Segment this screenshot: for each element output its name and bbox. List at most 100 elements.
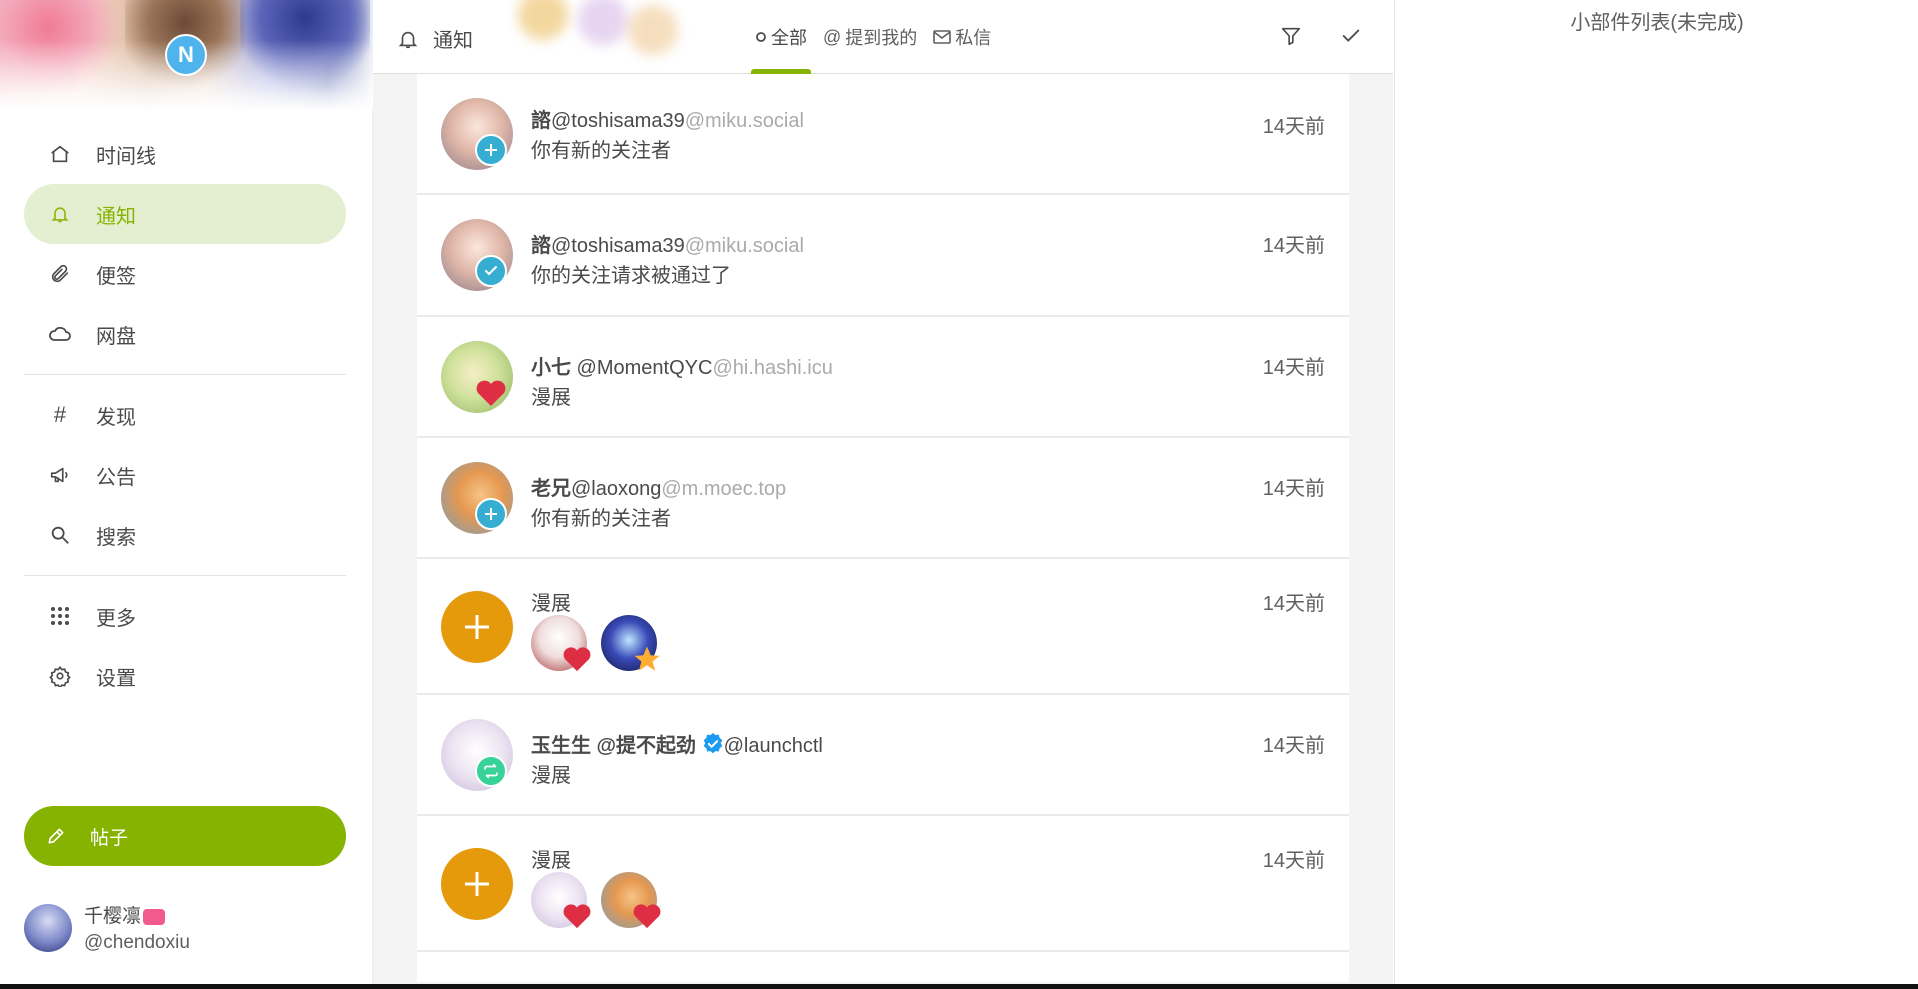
notification-user[interactable]: 老兄@laoxong@m.moec.top bbox=[531, 472, 786, 501]
timestamp[interactable]: 14天前 bbox=[1263, 587, 1325, 616]
list-item[interactable]: 諮@toshisama39@miku.social 你有新的关注者 14天前 bbox=[417, 74, 1349, 195]
nav-label: 网盘 bbox=[96, 325, 136, 348]
widgets-title: 小部件列表(未完成) bbox=[1570, 12, 1744, 34]
nav-item-settings[interactable]: 设置 bbox=[24, 646, 346, 706]
tab-label: 全部 bbox=[771, 28, 807, 48]
notification-text: 漫展 bbox=[531, 387, 571, 409]
nav-label: 公告 bbox=[96, 466, 136, 489]
post-button[interactable]: 帖子 bbox=[24, 806, 346, 866]
page-title: 通知 bbox=[397, 24, 473, 53]
tab-label: 私信 bbox=[955, 28, 992, 48]
heart-reaction-icon bbox=[475, 377, 507, 409]
notification-text: 你的关注请求被通过了 bbox=[531, 265, 731, 287]
account-handle: @chendoxiu bbox=[84, 932, 190, 953]
ribbon-emoji-icon bbox=[143, 908, 166, 925]
nav-item-notifications[interactable]: 通知 bbox=[24, 184, 346, 244]
mark-all-read-button[interactable] bbox=[1337, 24, 1365, 52]
page-header: 通知 全部 @ 提到我的 私信 bbox=[373, 0, 1393, 74]
notification-user[interactable]: 諮@toshisama39@miku.social bbox=[531, 229, 804, 258]
timestamp[interactable]: 14天前 bbox=[1263, 110, 1325, 139]
paperclip-icon bbox=[48, 262, 72, 286]
tab-mentions[interactable]: @ 提到我的 bbox=[815, 0, 925, 74]
nav-item-drive[interactable]: 网盘 bbox=[24, 304, 346, 364]
mail-icon bbox=[933, 30, 952, 44]
home-icon bbox=[48, 142, 72, 166]
heart-reaction-icon bbox=[631, 900, 663, 932]
timestamp[interactable]: 14天前 bbox=[1263, 351, 1325, 380]
instance-logo[interactable]: N bbox=[165, 34, 207, 76]
heart-reaction-icon bbox=[561, 643, 593, 675]
timestamp[interactable]: 14天前 bbox=[1263, 844, 1325, 873]
check-icon bbox=[1340, 25, 1362, 52]
tab-all[interactable]: 全部 bbox=[747, 0, 815, 74]
list-item[interactable]: 玉生生 @提不起劲 @launchctl 漫展 14天前 bbox=[417, 695, 1349, 816]
app-window: N 时间线 通知 便签 网盘 # 发现 公告 搜索 更多 设置 帖子 千樱凛 @… bbox=[0, 0, 1918, 984]
filter-icon bbox=[1280, 25, 1302, 52]
nav-item-timeline[interactable]: 时间线 bbox=[24, 124, 346, 184]
nav-item-announcements[interactable]: 公告 bbox=[24, 445, 346, 505]
account-menu[interactable]: 千樱凛 @chendoxiu bbox=[24, 902, 190, 954]
avatar[interactable] bbox=[531, 872, 591, 929]
notification-user[interactable]: 小七 @MomentQYC@hi.hashi.icu bbox=[531, 351, 833, 380]
nav-label: 搜索 bbox=[96, 526, 136, 549]
notification-list: 諮@toshisama39@miku.social 你有新的关注者 14天前 諮… bbox=[417, 74, 1349, 982]
pencil-icon bbox=[46, 826, 66, 846]
notification-tabs: 全部 @ 提到我的 私信 bbox=[747, 0, 999, 74]
nav-label: 通知 bbox=[96, 205, 136, 228]
list-item[interactable]: 漫展 14天前 bbox=[417, 816, 1349, 952]
cloud-icon bbox=[48, 322, 72, 346]
gear-icon bbox=[48, 664, 72, 688]
nav-divider bbox=[24, 575, 346, 576]
notification-text: 漫展 bbox=[531, 593, 571, 615]
bottom-edge bbox=[0, 984, 1918, 989]
tab-label: 提到我的 bbox=[845, 28, 918, 48]
header-blur-decoration bbox=[518, 0, 678, 60]
primary-nav: 时间线 通知 便签 网盘 # 发现 公告 搜索 更多 设置 bbox=[24, 124, 346, 706]
notification-text: 漫展 bbox=[531, 765, 571, 787]
widgets-panel: 小部件列表(未完成) bbox=[1394, 0, 1918, 984]
list-item[interactable]: 漫展 14天前 bbox=[417, 559, 1349, 695]
timestamp[interactable]: 14天前 bbox=[1263, 472, 1325, 501]
list-item[interactable]: 小七 @MomentQYC@hi.hashi.icu 漫展 14天前 bbox=[417, 317, 1349, 438]
nav-label: 时间线 bbox=[96, 145, 156, 168]
circle-icon bbox=[755, 31, 767, 43]
timestamp[interactable]: 14天前 bbox=[1263, 229, 1325, 258]
notifications-column: 通知 全部 @ 提到我的 私信 諮@toshisama39@miku.socia… bbox=[373, 0, 1393, 984]
list-item[interactable] bbox=[417, 952, 1349, 982]
notification-text: 你有新的关注者 bbox=[531, 140, 671, 162]
post-button-label: 帖子 bbox=[90, 827, 129, 849]
nav-label: 更多 bbox=[96, 607, 136, 630]
nav-item-explore[interactable]: # 发现 bbox=[24, 385, 346, 445]
nav-label: 发现 bbox=[96, 406, 136, 429]
list-item[interactable]: 老兄@laoxong@m.moec.top 你有新的关注者 14天前 bbox=[417, 438, 1349, 559]
avatar[interactable] bbox=[531, 615, 591, 672]
hash-icon: # bbox=[53, 402, 67, 427]
timestamp[interactable]: 14天前 bbox=[1263, 729, 1325, 758]
nav-divider bbox=[24, 374, 346, 375]
tab-direct-messages[interactable]: 私信 bbox=[925, 0, 999, 74]
sidebar: N 时间线 通知 便签 网盘 # 发现 公告 搜索 更多 设置 帖子 千樱凛 @… bbox=[0, 0, 373, 984]
filter-button[interactable] bbox=[1277, 24, 1305, 52]
at-icon: @ bbox=[823, 26, 842, 47]
avatar[interactable] bbox=[601, 615, 660, 671]
avatar[interactable] bbox=[601, 872, 661, 929]
notification-user[interactable]: 玉生生 @提不起劲 @launchctl bbox=[531, 729, 823, 758]
notification-user[interactable]: 諮@toshisama39@miku.social bbox=[531, 104, 804, 133]
avatar bbox=[24, 904, 72, 952]
nav-item-search[interactable]: 搜索 bbox=[24, 505, 346, 565]
search-icon bbox=[48, 523, 72, 547]
bell-icon bbox=[48, 202, 72, 226]
nav-item-more[interactable]: 更多 bbox=[24, 586, 346, 646]
follow-plus-icon bbox=[475, 134, 507, 166]
nav-label: 便签 bbox=[96, 265, 136, 288]
page-title-text: 通知 bbox=[433, 30, 473, 52]
account-name: 千樱凛 bbox=[84, 906, 142, 927]
nav-item-notes[interactable]: 便签 bbox=[24, 244, 346, 304]
follow-plus-icon bbox=[475, 498, 507, 530]
nav-label: 设置 bbox=[96, 667, 136, 690]
grid-dots-icon bbox=[48, 604, 72, 628]
notification-text: 漫展 bbox=[531, 850, 571, 872]
check-badge-icon bbox=[475, 255, 507, 287]
notification-text: 你有新的关注者 bbox=[531, 508, 671, 530]
list-item[interactable]: 諮@toshisama39@miku.social 你的关注请求被通过了 14天… bbox=[417, 195, 1349, 317]
